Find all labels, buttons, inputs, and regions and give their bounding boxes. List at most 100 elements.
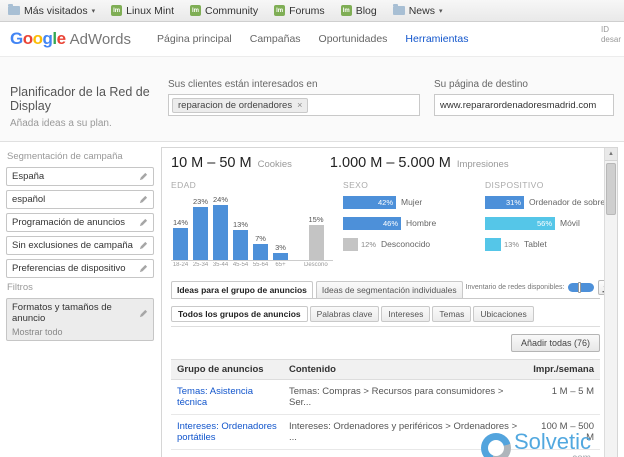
- age-category-label: 18-24: [172, 262, 189, 268]
- campaign-setting-chip[interactable]: Programación de anuncios: [6, 213, 154, 232]
- cookies-unit: Cookies: [257, 159, 292, 170]
- bar-value-label: 3%: [275, 243, 286, 252]
- device-chart-title: DISPOSITIVO: [485, 180, 544, 190]
- edit-pencil-icon[interactable]: [139, 241, 148, 250]
- interests-input[interactable]: reparacion de ordenadores ×: [168, 94, 420, 116]
- age-bar: [273, 253, 288, 260]
- column-header: Contenido: [283, 359, 528, 380]
- nav-link[interactable]: Oportunidades: [319, 33, 388, 45]
- age-bars: 14% 23% 24% 13% 7% 3% 15%: [171, 195, 333, 261]
- bar-value-label: 23%: [192, 197, 208, 206]
- demographic-bar-row: 13% Tablet: [485, 237, 617, 251]
- page-title: Planificador de la Red de Display: [10, 85, 150, 113]
- planner-header: Planificador de la Red de Display Añada …: [0, 56, 624, 142]
- bar-value-label: 13%: [504, 239, 520, 249]
- bookmark-item[interactable]: lm Linux Mint: [111, 5, 174, 17]
- campaign-setting-label: español: [12, 194, 46, 205]
- remove-keyword-icon[interactable]: ×: [297, 100, 302, 110]
- bar-value-label: 13%: [232, 220, 248, 229]
- adwords-logo[interactable]: Google AdWords: [10, 29, 131, 49]
- scrollbar-thumb[interactable]: [606, 163, 616, 215]
- cookies-value: 10 M – 50 M: [171, 155, 252, 171]
- subtab[interactable]: Temas: [432, 306, 472, 322]
- bar-value-label: 12%: [361, 239, 377, 249]
- age-bar-column: 7%: [252, 234, 269, 260]
- filter-chip-row: Formatos y tamaños de anuncio: [12, 302, 148, 324]
- table-actions: Añadir todas (76): [171, 334, 600, 352]
- bookmark-item[interactable]: lm Blog: [340, 5, 377, 17]
- age-bar-column: 23%: [192, 197, 209, 260]
- bar-value-label: 42%: [377, 197, 393, 207]
- filter-label: Formatos y tamaños de anuncio: [12, 302, 112, 324]
- campaign-setting-chip[interactable]: español: [6, 190, 154, 209]
- ad-group-cell: Intereses: Ordenadores portátiles: [171, 414, 283, 450]
- ad-group-cell: Temas: Asistencia técnica: [171, 379, 283, 415]
- bookmark-item[interactable]: News ▾: [392, 4, 442, 17]
- bookmark-label: News: [408, 4, 435, 17]
- subtab[interactable]: Todos los grupos de anuncios: [171, 306, 308, 322]
- ad-format-filter-chip[interactable]: Formatos y tamaños de anuncio Mostrar to…: [6, 298, 154, 341]
- age-bar-column: 24%: [212, 195, 229, 260]
- column-header: Grupo de anuncios: [171, 359, 283, 380]
- ad-group-link[interactable]: Temas: Asistencia técnica: [177, 386, 253, 408]
- keyword-tag-label: reparacion de ordenadores: [178, 99, 293, 111]
- age-bar-column: 14%: [172, 218, 189, 260]
- show-all-link[interactable]: Mostrar todo: [12, 327, 148, 337]
- interests-field-group: Sus clientes están interesados en repara…: [168, 79, 420, 129]
- results-panel: 10 M – 50 M Cookies 1.000 M – 5.000 M Im…: [161, 147, 618, 457]
- solvetic-logo-icon: [480, 432, 511, 457]
- subtab[interactable]: Intereses: [381, 306, 431, 322]
- edit-pencil-icon[interactable]: [139, 172, 148, 181]
- watermark-text: Solvetic .com: [514, 431, 591, 457]
- segmentation-title: Segmentación de campaña: [7, 151, 123, 162]
- subtab[interactable]: Ubicaciones: [473, 306, 534, 322]
- age-category-label: 65+: [275, 262, 286, 268]
- demographic-bar: 31%: [485, 195, 524, 209]
- edit-pencil-icon[interactable]: [139, 264, 148, 273]
- age-category-label: 45-54: [232, 262, 249, 268]
- edit-pencil-icon[interactable]: [139, 195, 148, 204]
- inventory-label: Inventario de redes disponibles:: [465, 284, 565, 291]
- demographic-bar: 46%: [343, 216, 401, 230]
- bar-value-label: 14%: [172, 218, 188, 227]
- bar-category-label: Mujer: [401, 197, 423, 207]
- impressions-value: 1.000 M – 5.000 M: [329, 155, 451, 171]
- bar-category-label: Móvil: [560, 218, 580, 228]
- bookmark-item[interactable]: lm Forums: [274, 5, 325, 17]
- inventory-slider[interactable]: [568, 282, 595, 293]
- bar-category-label: Tablet: [524, 239, 547, 249]
- age-chart: EDAD 14% 23% 24% 13% 7% 3% 15% 18-24 25-34 35-44…: [171, 180, 333, 268]
- column-header: Impr./semana: [527, 359, 600, 380]
- edit-pencil-icon[interactable]: [139, 218, 148, 227]
- scroll-up-icon[interactable]: ▲: [605, 148, 617, 161]
- subtab[interactable]: Palabras clave: [309, 306, 380, 322]
- table-row: Temas: Asistencia técnica Temas: Compras …: [171, 379, 600, 415]
- landing-page-label: Su página de destino: [434, 79, 528, 90]
- tab-ad-group-ideas[interactable]: Ideas para el grupo de anuncios: [171, 281, 313, 298]
- campaign-setting-chip[interactable]: España: [6, 167, 154, 186]
- landing-page-input[interactable]: www.repararordenadoresmadrid.com: [434, 94, 614, 116]
- ideas-tabs: Ideas para el grupo de anuncios Ideas de…: [171, 278, 616, 299]
- age-bar: [213, 205, 228, 260]
- edit-pencil-icon[interactable]: [139, 309, 148, 318]
- bookmarks-bar: Más visitados ▾ lm Linux Mint lm Community lm F…: [0, 0, 624, 22]
- nav-link[interactable]: Página principal: [157, 33, 232, 45]
- nav-link[interactable]: Herramientas: [405, 33, 468, 45]
- account-id-line2: desar: [600, 35, 621, 44]
- bookmark-item[interactable]: lm Community: [189, 5, 258, 17]
- age-category-label: 25-34: [192, 262, 209, 268]
- demographic-bar: [343, 237, 358, 251]
- age-bar: [193, 207, 208, 260]
- campaign-setting-chip[interactable]: Sin exclusiones de campaña: [6, 236, 154, 255]
- add-all-button[interactable]: Añadir todas (76): [510, 334, 600, 352]
- bookmark-item[interactable]: Más visitados ▾: [8, 4, 95, 17]
- tab-individual-targeting-ideas[interactable]: Ideas de segmentación individuales: [315, 281, 463, 298]
- nav-link[interactable]: Campañas: [250, 33, 301, 45]
- ad-group-link[interactable]: Intereses: Ordenadores portátiles: [177, 421, 277, 443]
- age-category-label: 55-64: [252, 262, 269, 268]
- account-id-line1: ID: [600, 25, 609, 34]
- slider-handle[interactable]: [578, 282, 582, 293]
- reach-stats: 10 M – 50 M Cookies 1.000 M – 5.000 M Im…: [171, 155, 600, 171]
- campaign-setting-chip[interactable]: Preferencias de dispositivo: [6, 259, 154, 278]
- panel-scrollbar[interactable]: ▲: [604, 148, 617, 457]
